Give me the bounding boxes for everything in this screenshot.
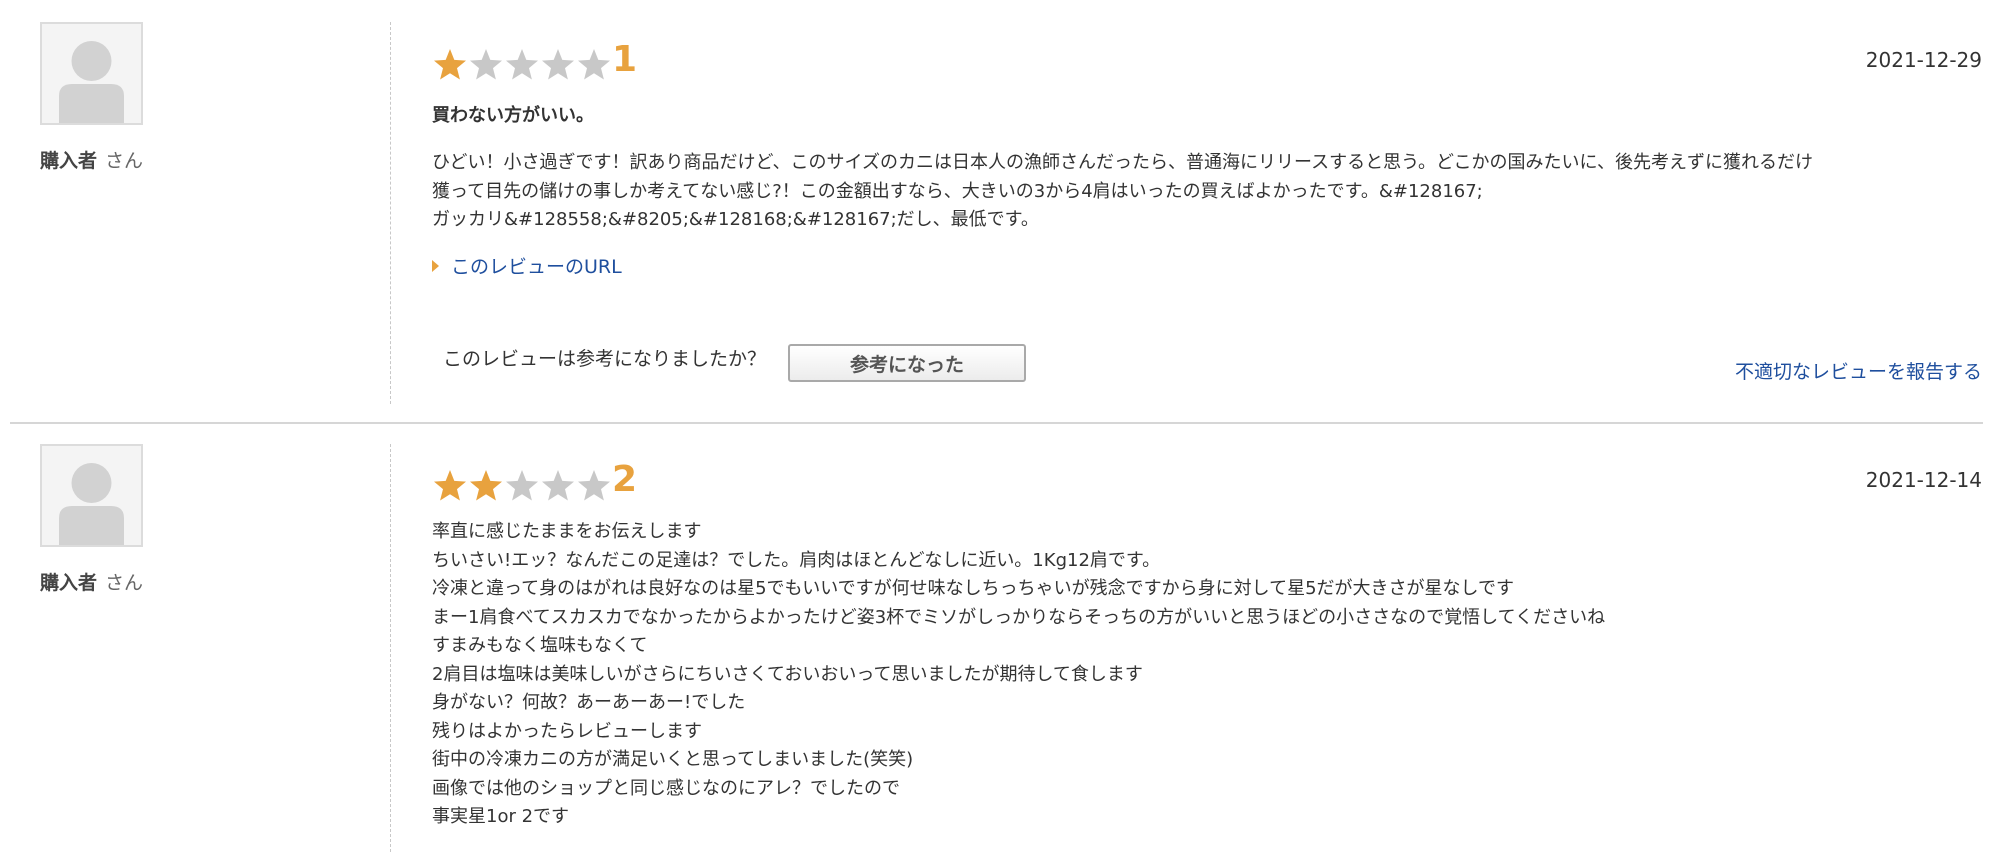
reviewer-name-text: 購入者 — [40, 150, 98, 172]
star-rating — [432, 468, 612, 502]
review-body-line: ガッカリ&#128558;&#8205;&#128168;&#128167;だし… — [432, 209, 1039, 230]
star-rating — [432, 47, 612, 81]
reviewer-name: 購入者 さん — [40, 568, 143, 595]
review-body-line: 街中の冷凍カニの方が満足いくと思ってしまいました(笑笑) — [432, 749, 914, 770]
star-empty-icon — [578, 49, 610, 80]
triangle-right-icon — [432, 259, 439, 272]
star-filled-icon — [470, 470, 502, 501]
review-url-link[interactable]: このレビューのURL — [432, 252, 622, 279]
rating-score: 2 — [612, 459, 638, 500]
review-body-line: 画像では他のショップと同じ感じなのにアレ？でしたので — [432, 777, 900, 799]
reviewer-avatar — [40, 22, 143, 125]
review-body-line: 事実星1or 2です — [432, 806, 570, 827]
review-body-line: 身がない？何故？あーあーあー!でした — [432, 692, 746, 713]
review-date: 2021-12-29 — [1865, 48, 1982, 72]
star-empty-icon — [542, 49, 574, 80]
star-empty-icon — [578, 470, 610, 501]
rating-score: 1 — [612, 39, 638, 80]
helpful-button[interactable]: 参考になった — [788, 344, 1026, 382]
review-body-line: まー1肩食べてスカスカでなかったからよかったけど姿3杯でミソがしっかりならそっち… — [432, 606, 1606, 628]
column-divider — [390, 444, 391, 852]
review-date: 2021-12-14 — [1865, 468, 1982, 492]
star-empty-icon — [542, 470, 574, 501]
star-filled-icon — [434, 49, 466, 80]
review-body-line: ちいさい!エッ？なんだこの足達は？でした。肩肉はほとんどなしに近い。1Kg12肩… — [432, 549, 1161, 571]
star-empty-icon — [506, 49, 538, 80]
reviewer-name: 購入者 さん — [40, 146, 143, 173]
review-body-line: 率直に感じたままをお伝えします — [432, 521, 702, 542]
avatar-placeholder-icon — [42, 446, 141, 545]
review-item: 購入者 さん 1 2021-12-29 買わない方がいい。 ひどい！小さ過ぎです！… — [0, 0, 1998, 422]
review-body-line: ひどい！小さ過ぎです！訳あり商品だけど、このサイズのカニは日本人の漁師さんだった… — [432, 152, 1813, 173]
helpful-question: このレビューは参考になりましたか？ — [443, 348, 767, 370]
review-body-line: 残りはよかったらレビューします — [432, 720, 702, 742]
column-divider — [390, 22, 391, 404]
reviewer-honorific: さん — [105, 150, 144, 172]
reviewer-avatar — [40, 444, 143, 547]
review-body-line: 獲って目先の儲けの事しか考えてない感じ?！この金額出すなら、大きいの3から4肩は… — [432, 180, 1483, 202]
review-body: ひどい！小さ過ぎです！訳あり商品だけど、このサイズのカニは日本人の漁師さんだった… — [432, 149, 1982, 235]
review-url-label: このレビューのURL — [451, 256, 622, 278]
star-empty-icon — [470, 49, 502, 80]
review-body-line: すまみもなく塩味もなくて — [432, 635, 648, 656]
review-body-line: 2肩目は塩味は美味しいがさらにちいさくておいおいって思いましたが期待して食します — [432, 663, 1143, 685]
avatar-placeholder-icon — [42, 24, 141, 123]
report-review-link[interactable]: 不適切なレビューを報告する — [1735, 357, 1982, 384]
review-body: 率直に感じたままをお伝えします ちいさい!エッ？なんだこの足達は？でした。肩肉は… — [432, 518, 1982, 832]
review-body-line: 冷凍と違って身のはがれは良好なのは星5でもいいですが何せ味なしちっちゃいが残念で… — [432, 578, 1515, 599]
reviewer-name-text: 購入者 — [40, 572, 98, 594]
review-item: 購入者 さん 2 2021-12-14 率直に感じたままをお伝えします ちいさい!… — [0, 422, 1998, 852]
reviewer-honorific: さん — [105, 572, 144, 594]
review-title: 買わない方がいい。 — [432, 105, 594, 126]
star-empty-icon — [506, 470, 538, 501]
star-filled-icon — [434, 470, 466, 501]
